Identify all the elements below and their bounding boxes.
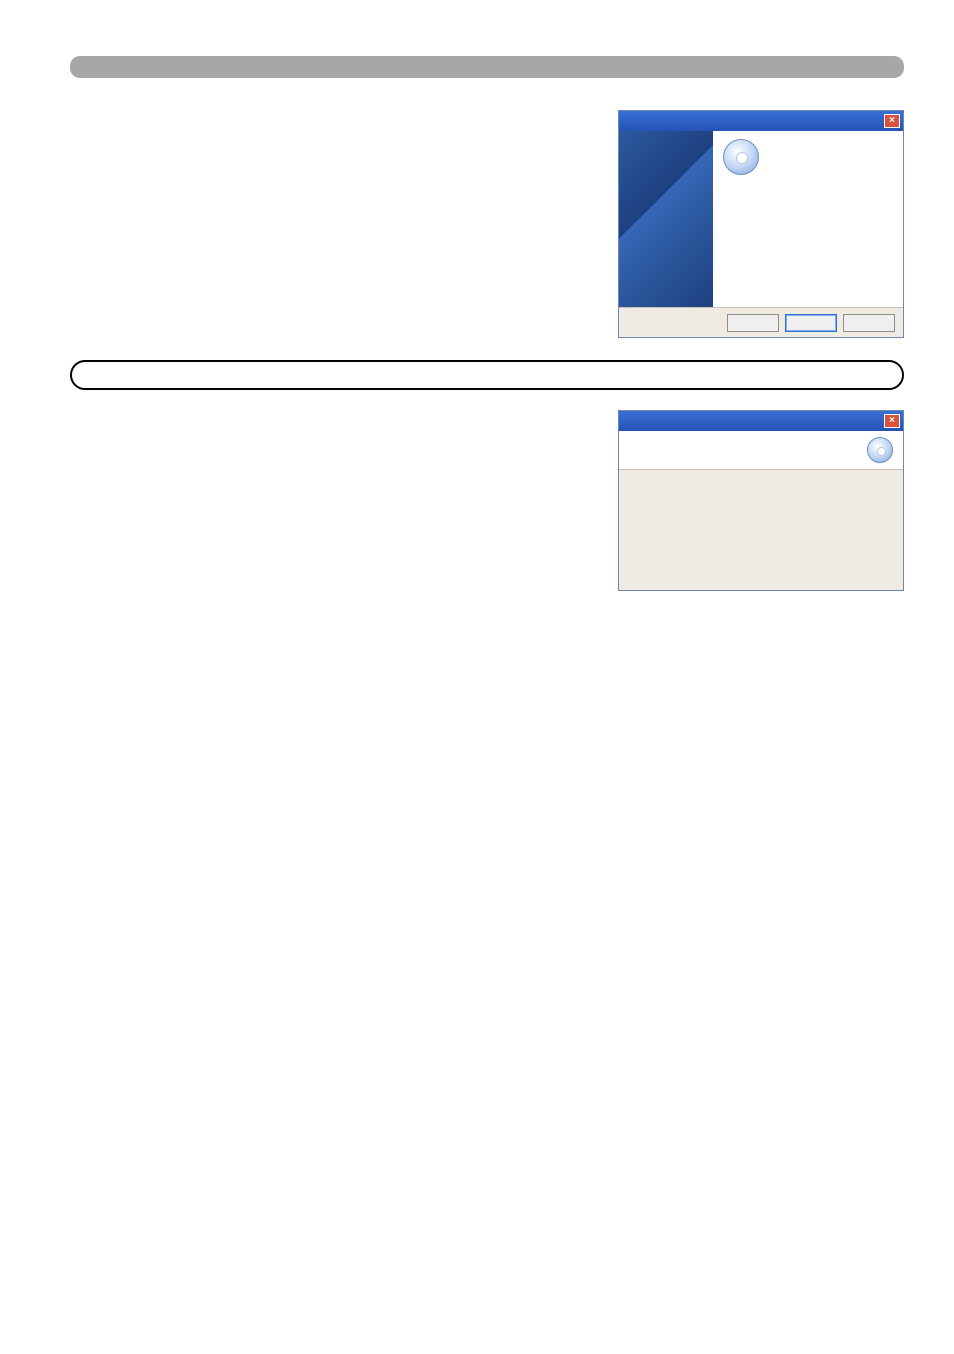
wizard-side-graphic — [619, 131, 713, 307]
wizard-destination: × — [618, 410, 904, 591]
cancel-button[interactable] — [843, 314, 895, 332]
wizard-titlebar: × — [619, 411, 903, 431]
back-button — [727, 314, 779, 332]
next-button[interactable] — [785, 314, 837, 332]
note-1 — [70, 360, 904, 390]
disc-icon — [867, 437, 893, 463]
disc-icon — [723, 139, 759, 175]
close-icon[interactable]: × — [884, 414, 900, 428]
close-icon[interactable]: × — [884, 114, 900, 128]
wizard-titlebar: × — [619, 111, 903, 131]
wizard-welcome: × — [618, 110, 904, 338]
page: × — [0, 0, 954, 1354]
section-header — [70, 56, 904, 78]
